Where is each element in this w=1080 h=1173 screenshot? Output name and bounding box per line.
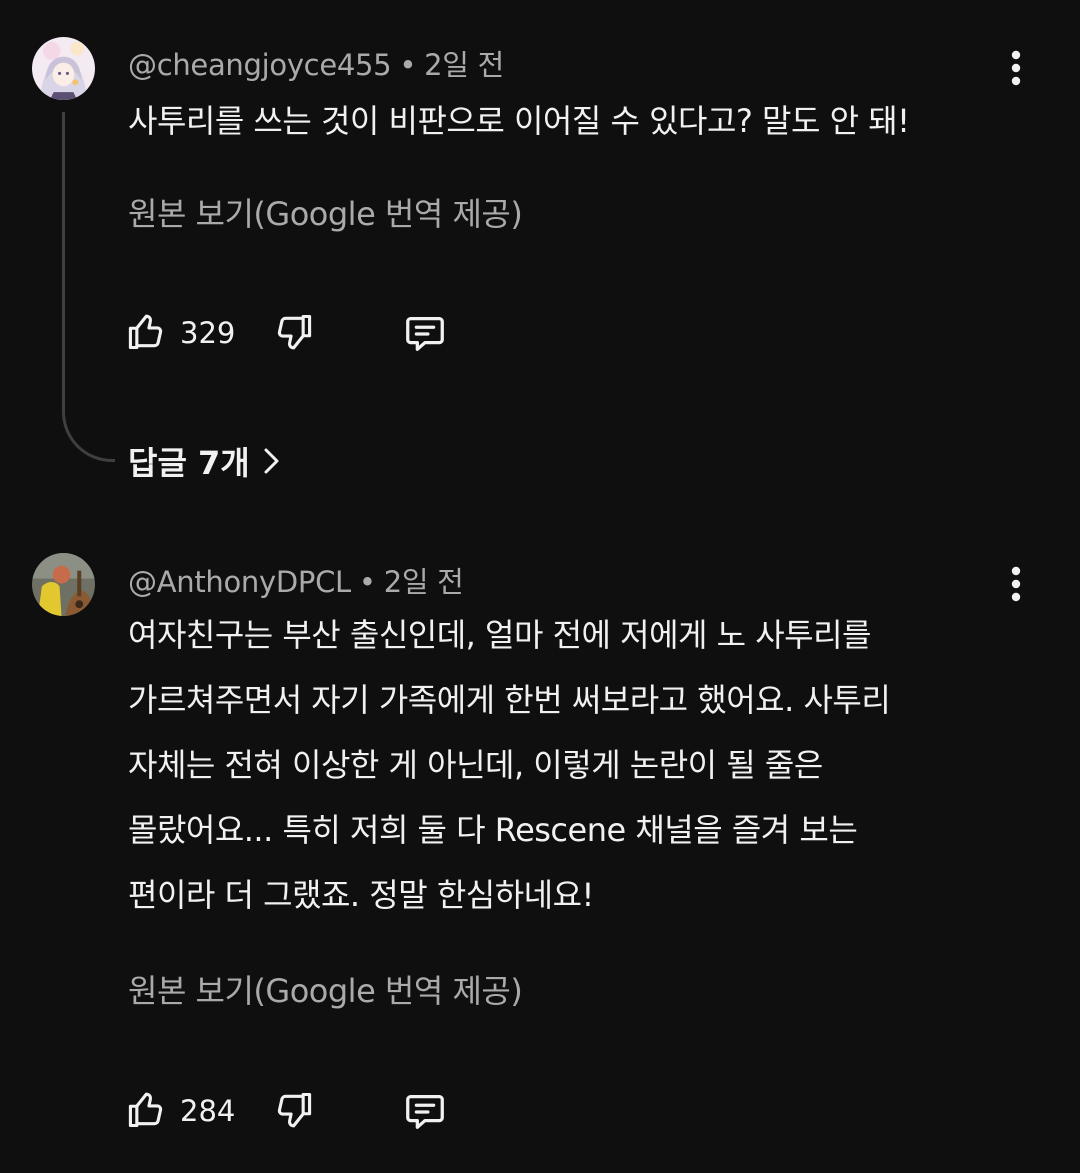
comment-text: 여자친구는 부산 출신인데, 얼마 전에 저에게 노 사투리를 가르쳐주면서 자…: [128, 603, 1008, 928]
see-original-link[interactable]: 원본 보기(Google 번역 제공): [128, 966, 523, 1012]
guitar-avatar-icon: [32, 553, 95, 616]
meta-separator: •: [358, 565, 376, 599]
comment-text-line: 편이라 더 그랬죠. 정말 한심하네요!: [128, 876, 594, 914]
dislike-button[interactable]: [272, 1088, 316, 1138]
thumbs-up-icon: [128, 1092, 163, 1128]
comment-meta: @AnthonyDPCL • 2일 전: [128, 559, 464, 601]
thumbs-down-icon: [277, 1092, 312, 1128]
comment-text-line: 자체는 전혀 이상한 게 아닌데, 이렇게 논란이 될 줄은: [128, 746, 823, 784]
author-handle[interactable]: @AnthonyDPCL: [128, 565, 351, 599]
comment-actions: 284: [124, 1086, 484, 1136]
comment-2: @AnthonyDPCL • 2일 전 여자친구는 부산 출신인데, 얼마 전에 저…: [0, 0, 1080, 1173]
like-button[interactable]: [124, 1086, 168, 1136]
reply-button[interactable]: [402, 1088, 448, 1138]
comment-icon: [406, 1094, 444, 1129]
more-actions-button[interactable]: [996, 563, 1036, 607]
comment-text-line: 여자친구는 부산 출신인데, 얼마 전에 저에게 노 사투리를: [128, 616, 872, 654]
avatar[interactable]: [32, 553, 95, 616]
comment-text-line: 몰랐어요... 특히 저희 둘 다 Rescene 채널을 즐겨 보는: [128, 811, 858, 849]
like-count: 284: [180, 1094, 236, 1128]
comment-time[interactable]: 2일 전: [384, 565, 464, 599]
comment-text-line: 가르쳐주면서 자기 가족에게 한번 써보라고 했어요. 사투리: [128, 681, 891, 719]
more-vert-icon: [1011, 566, 1021, 602]
